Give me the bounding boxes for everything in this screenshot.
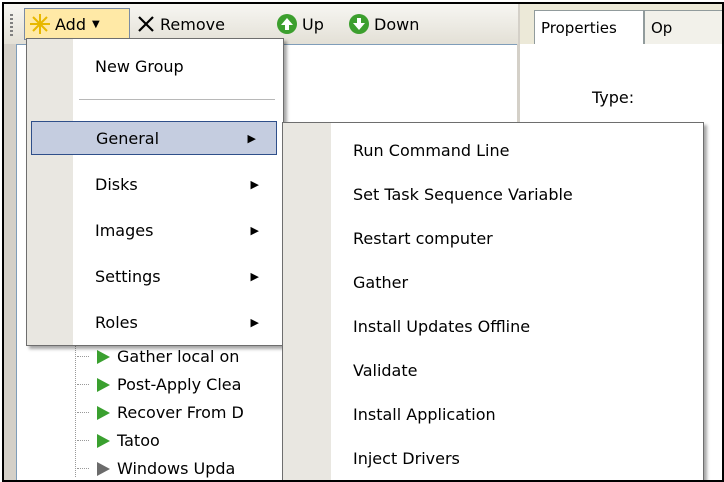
tree-item-label: Tatoo: [117, 431, 160, 450]
chevron-down-icon: ▼: [91, 18, 100, 30]
arrow-up-icon: [277, 14, 297, 34]
menu-item-label: New Group: [95, 56, 184, 76]
tree-item-label: Windows Upda: [117, 459, 236, 478]
menu-item-label: Run Command Line: [353, 140, 510, 160]
remove-icon: [138, 16, 154, 32]
window: Add ▼ Remove Up Down Properties Op Gathe…: [2, 2, 724, 482]
arrow-down-icon: [349, 14, 369, 34]
tree-item[interactable]: Post-Apply Clea: [77, 375, 241, 394]
menu-item-label: Validate: [353, 360, 418, 380]
menu-item-label: Set Task Sequence Variable: [353, 184, 573, 204]
tab-properties-label: Properties: [541, 18, 617, 37]
tree-item-label: Recover From D: [117, 403, 244, 422]
submenu-arrow-icon: ▶: [250, 315, 259, 329]
tree-line: [75, 341, 76, 477]
tree-item[interactable]: Recover From D: [77, 403, 244, 422]
menu-item-images[interactable]: Images ▶: [95, 213, 275, 247]
submenu-arrow-icon: ▶: [250, 177, 259, 191]
submenu-arrow-icon: ▶: [247, 131, 256, 145]
type-label: Type:: [592, 88, 635, 107]
submenu-arrow-icon: ▶: [250, 269, 259, 283]
menu-item-validate[interactable]: Validate: [353, 353, 417, 387]
menu-item-label: General: [96, 128, 160, 148]
add-button-label: Add: [55, 14, 86, 34]
menu-item-label: Install Updates Offline: [353, 316, 531, 336]
up-button[interactable]: Up: [276, 8, 324, 40]
submenu-arrow-icon: ▶: [250, 223, 259, 237]
up-button-label: Up: [302, 14, 324, 34]
add-menu: New Group General ▶ Disks ▶ Images ▶ Set…: [26, 38, 284, 346]
menu-item-label: Images: [95, 220, 154, 240]
add-icon: [30, 14, 50, 34]
down-button-label: Down: [374, 14, 420, 34]
menu-item-install-updates-offline[interactable]: Install Updates Offline: [353, 309, 530, 343]
tab-properties[interactable]: Properties: [534, 10, 644, 44]
menu-item-disks[interactable]: Disks ▶: [95, 167, 275, 201]
menu-item-new-group[interactable]: New Group: [95, 49, 184, 83]
tree-item-label: Gather local on: [117, 347, 240, 366]
tree-item[interactable]: Gather local on: [77, 347, 239, 366]
tree-item-label: Post-Apply Clea: [117, 375, 242, 394]
menu-separator: [79, 99, 275, 100]
general-submenu: Run Command Line Set Task Sequence Varia…: [282, 122, 704, 480]
menu-item-label: Roles: [95, 312, 138, 332]
step-icon: [97, 377, 110, 392]
menu-item-gather[interactable]: Gather: [353, 265, 408, 299]
tree-item[interactable]: Windows Upda: [77, 459, 235, 478]
menu-item-run-command-line[interactable]: Run Command Line: [353, 133, 509, 167]
menu-item-restart-computer[interactable]: Restart computer: [353, 221, 493, 255]
remove-button[interactable]: Remove: [136, 8, 225, 40]
menu-item-set-task-sequence-variable[interactable]: Set Task Sequence Variable: [353, 177, 573, 211]
menu-item-label: Inject Drivers: [353, 448, 460, 468]
menu-item-settings[interactable]: Settings ▶: [95, 259, 275, 293]
tab-strip: Properties Op: [520, 4, 722, 44]
menu-item-label: Gather: [353, 272, 409, 292]
menu-item-roles[interactable]: Roles ▶: [95, 305, 275, 339]
remove-button-label: Remove: [160, 14, 225, 34]
down-button[interactable]: Down: [348, 8, 419, 40]
tab-options[interactable]: Op: [644, 10, 722, 44]
menu-item-label: Install Application: [353, 404, 496, 424]
menu-item-label: Restart computer: [353, 228, 493, 248]
add-button[interactable]: Add ▼: [24, 8, 130, 40]
menu-item-general[interactable]: General ▶: [31, 121, 277, 155]
menu-item-inject-drivers[interactable]: Inject Drivers: [353, 441, 460, 475]
menu-item-install-application[interactable]: Install Application: [353, 397, 496, 431]
menu-item-label: Settings: [95, 266, 161, 286]
step-icon: [97, 433, 110, 448]
tab-options-label: Op: [651, 18, 673, 37]
menu-item-label: Disks: [95, 174, 138, 194]
step-disabled-icon: [97, 461, 110, 476]
toolbar-grip[interactable]: [10, 14, 13, 36]
tree-item[interactable]: Tatoo: [77, 431, 160, 450]
step-icon: [97, 405, 110, 420]
step-icon: [97, 349, 110, 364]
